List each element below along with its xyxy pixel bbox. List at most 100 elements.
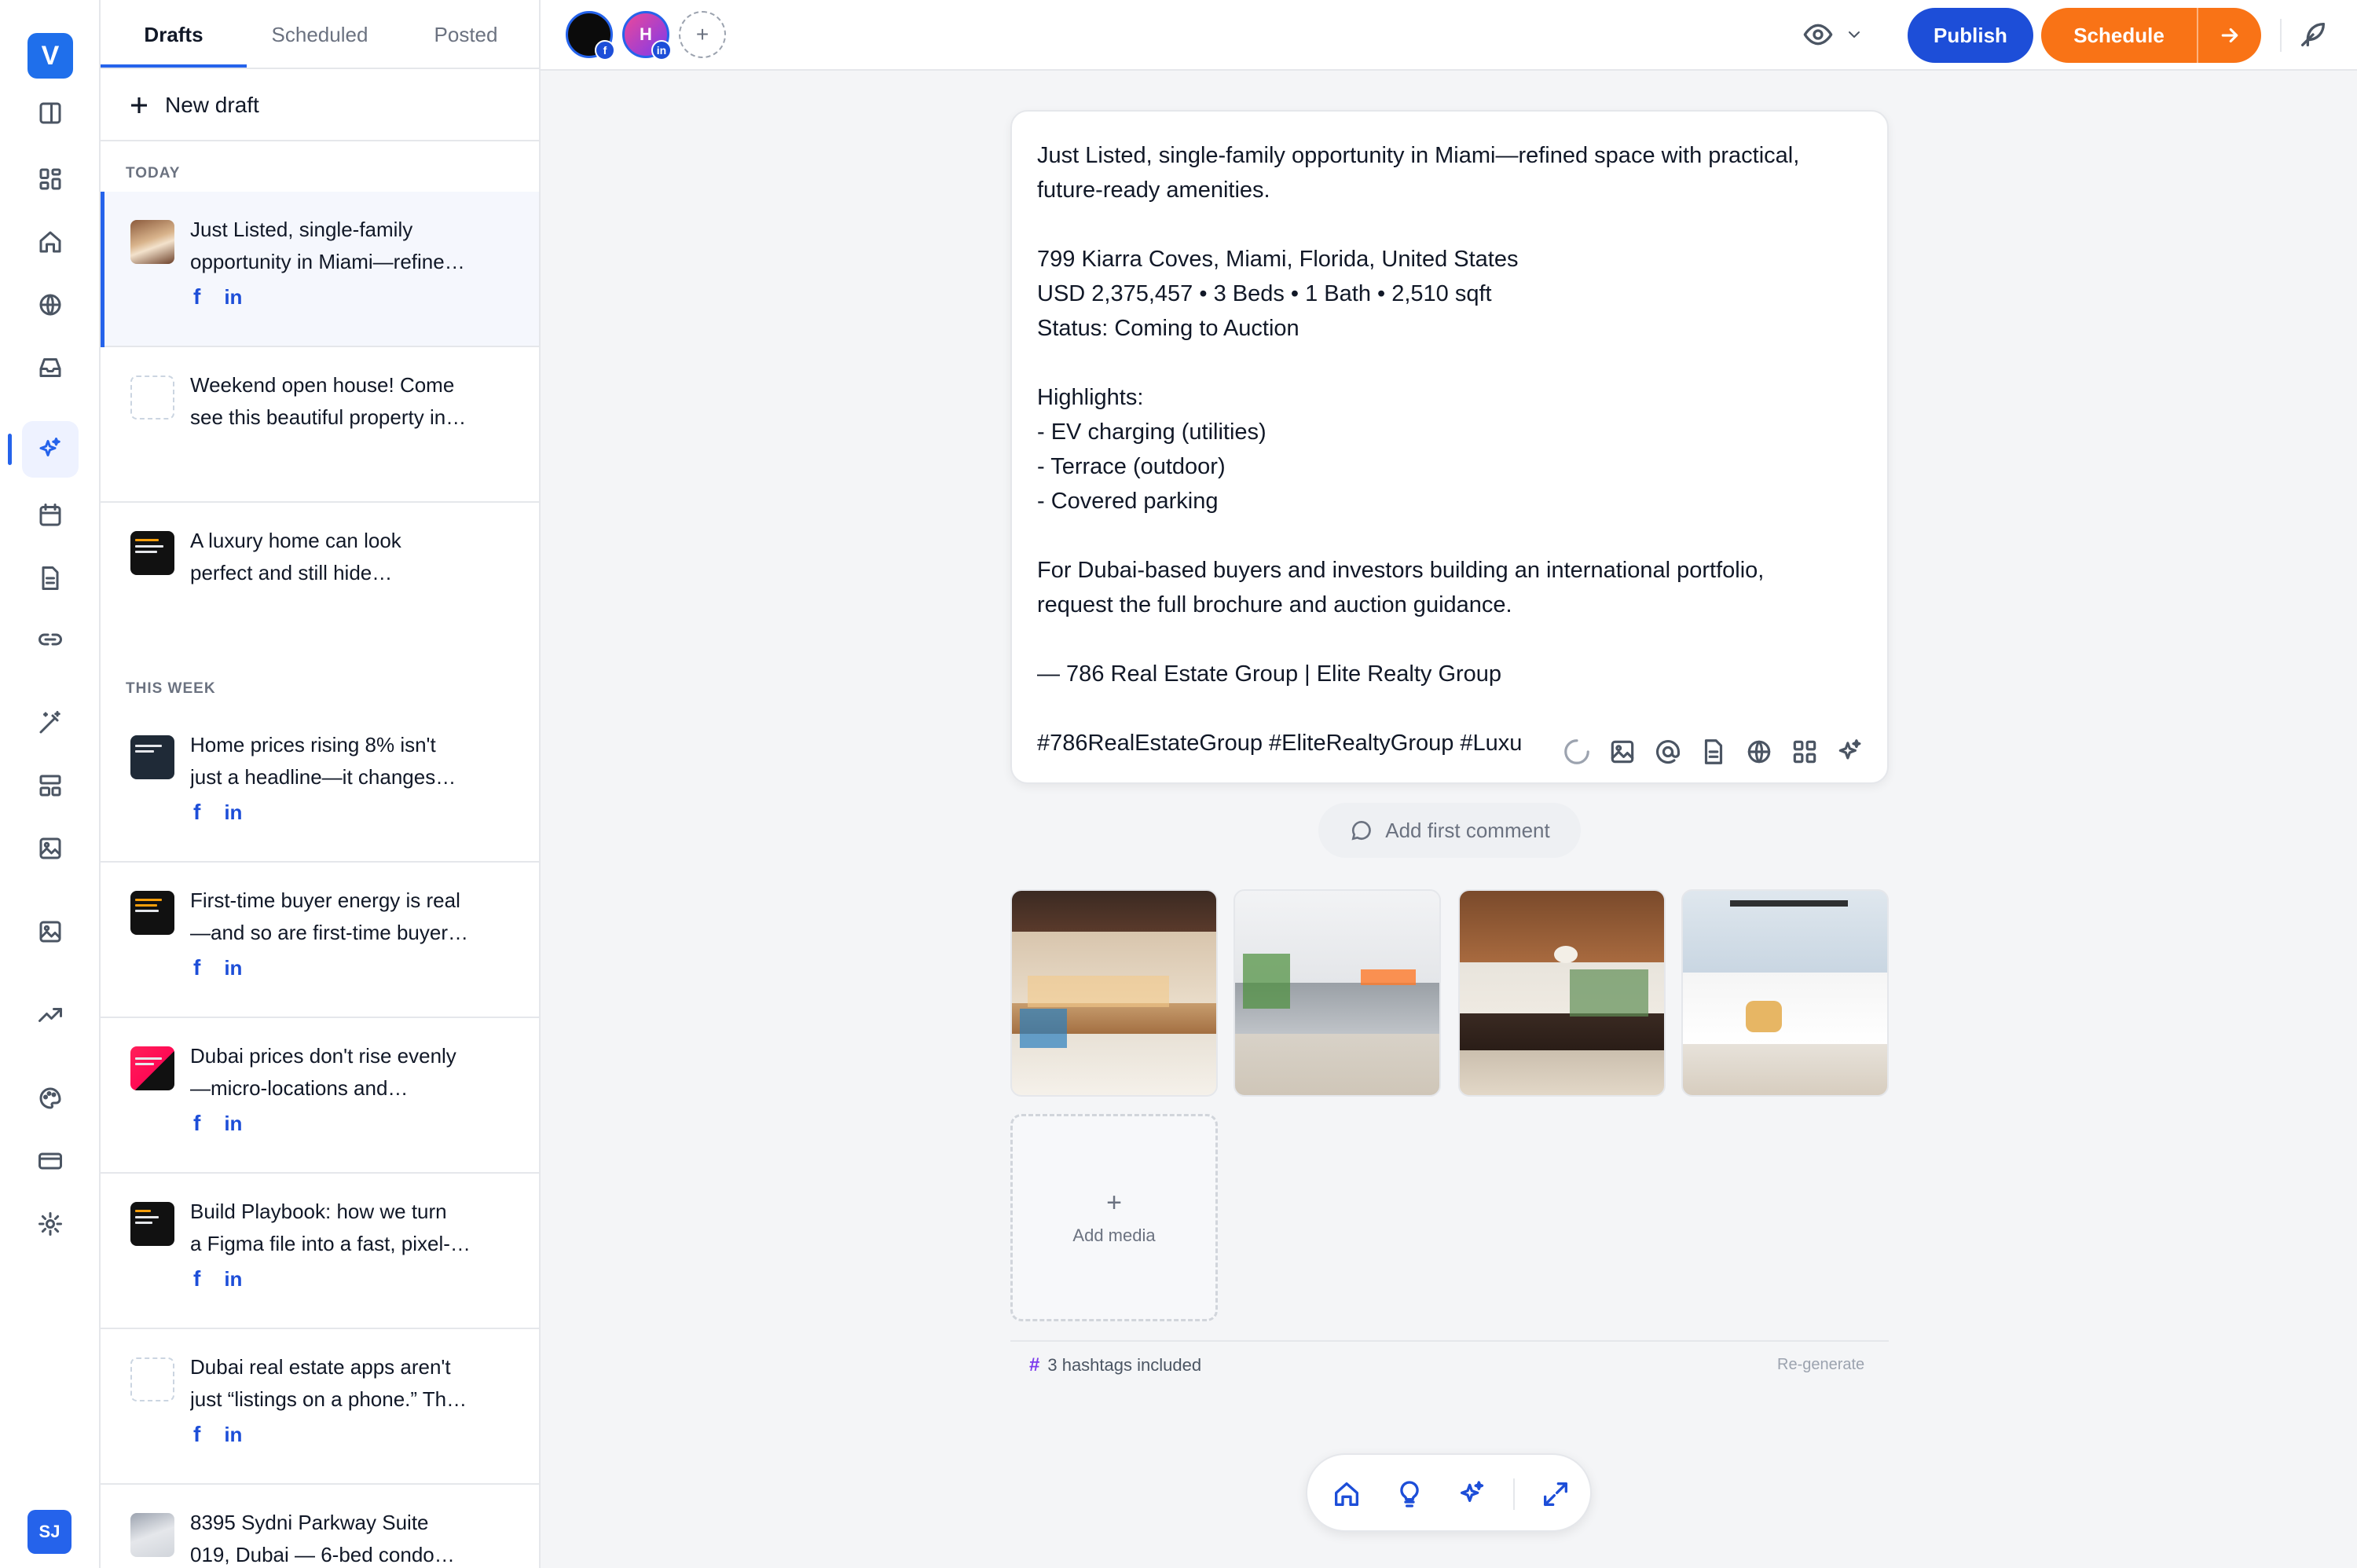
calendar-icon[interactable] [22,487,79,544]
facebook-badge-icon: f [595,40,615,60]
draft-thumbnail-empty [130,1357,174,1401]
chevron-down-icon[interactable] [1845,25,1864,44]
draft-networks: f in [193,1266,242,1291]
app-logo[interactable]: V [27,33,73,79]
draft-preview: Build Playbook: how we turn a Figma file… [190,1200,471,1255]
draft-item[interactable]: Weekend open house! Come see this beauti… [101,347,539,503]
loading-spinner-icon [1562,737,1592,767]
active-tab-underline [101,64,247,68]
mention-icon[interactable] [1653,737,1683,767]
linkedin-icon: in [224,800,243,824]
tab-drafts[interactable]: Drafts [101,0,247,69]
dining-room-photo[interactable] [1458,889,1666,1097]
tab-posted[interactable]: Posted [393,0,539,69]
draft-thumbnail [130,735,174,779]
section-label-today: TODAY [126,165,181,181]
schedule-button[interactable]: Schedule [2041,8,2261,63]
sparkles-icon[interactable] [22,421,79,478]
bottom-toolbar [1306,1453,1592,1532]
grid-icon[interactable] [1790,737,1820,767]
post-editor[interactable]: Just Listed, single-family opportunity i… [1010,110,1889,784]
document-icon[interactable] [22,550,79,606]
layout-icon[interactable] [22,757,79,814]
regenerate-link[interactable]: Re-generate [1777,1356,1864,1374]
draft-item[interactable]: First-time buyer energy is real —and so … [101,863,539,1018]
magic-wand-icon[interactable] [22,694,79,751]
draft-networks: f in [193,800,242,825]
draft-item[interactable]: 8395 Sydni Parkway Suite 019, Dubai — 6-… [101,1485,539,1568]
home-icon[interactable] [22,214,79,270]
living-room-photo[interactable] [1233,889,1441,1097]
kitchen-photo[interactable] [1010,889,1218,1097]
bedroom-photo[interactable] [1681,889,1889,1097]
app-window: V SJ Drafts Scheduled Posted New draft T… [0,0,2357,1568]
section-label-this-week: THIS WEEK [126,680,216,697]
arrow-right-icon[interactable] [2198,24,2261,47]
document-icon[interactable] [1699,737,1728,767]
image-icon[interactable] [1607,737,1637,767]
drafts-panel: Drafts Scheduled Posted New draft TODAY … [101,0,541,1568]
draft-item[interactable]: Dubai prices don't rise evenly —micro-lo… [101,1018,539,1174]
draft-item[interactable]: Dubai real estate apps aren't just “list… [101,1329,539,1485]
draft-preview: Weekend open house! Come see this beauti… [190,373,467,429]
add-first-comment-button[interactable]: Add first comment [1318,803,1581,858]
add-account-button[interactable]: + [679,11,726,58]
comment-label: Add first comment [1385,818,1550,842]
hashtags-info: # 3 hashtags included [1029,1354,1201,1376]
tab-scheduled[interactable]: Scheduled [247,0,393,69]
draft-thumbnail [130,1046,174,1090]
drafts-tabs: Drafts Scheduled Posted [101,0,539,69]
facebook-icon: f [193,800,201,824]
draft-item[interactable]: Home prices rising 8% isn't just a headl… [101,707,539,863]
media-library-icon[interactable] [22,903,79,960]
settings-icon[interactable] [22,1196,79,1252]
linkedin-icon: in [224,284,243,309]
palette-icon[interactable] [22,1070,79,1127]
post-text[interactable]: Just Listed, single-family opportunity i… [1037,138,1870,760]
image-icon[interactable] [22,820,79,877]
add-media-button[interactable]: + Add media [1010,1114,1218,1321]
divider [2280,19,2282,52]
expand-icon[interactable] [1540,1478,1571,1510]
trending-icon[interactable] [22,987,79,1043]
editor-toolbar [1562,737,1865,767]
divider [1513,1478,1515,1510]
feather-icon[interactable] [2297,19,2329,50]
divider [101,140,539,141]
sparkles-icon[interactable] [1457,1478,1488,1510]
inbox-icon[interactable] [22,339,79,396]
facebook-icon: f [193,284,201,309]
linkedin-icon: in [224,1111,243,1135]
linkedin-badge-icon: in [651,40,672,60]
draft-item[interactable]: Just Listed, single-family opportunity i… [101,192,539,347]
draft-thumbnail [130,220,174,264]
top-bar: f H in + Publish Schedule [541,0,2357,71]
publish-button[interactable]: Publish [1908,8,2033,63]
linkedin-icon: in [224,1422,243,1446]
facebook-icon: f [193,1266,201,1291]
credit-card-icon[interactable] [22,1133,79,1189]
lightbulb-icon[interactable] [1394,1478,1425,1510]
avatar[interactable]: SJ [27,1510,71,1554]
draft-preview: First-time buyer energy is real —and so … [190,888,469,944]
draft-item[interactable]: Build Playbook: how we turn a Figma file… [101,1174,539,1329]
draft-thumbnail [130,531,174,575]
draft-networks: f in [193,1111,242,1136]
account-avatar-facebook[interactable]: f [566,11,615,60]
draft-item[interactable]: A luxury home can look perfect and still… [101,503,539,658]
divider [1010,1340,1889,1342]
account-initial: H [640,24,652,44]
draft-thumbnail [130,891,174,935]
globe-icon[interactable] [1744,737,1774,767]
linkedin-icon: in [224,1266,243,1291]
sparkles-icon[interactable] [1835,737,1865,767]
globe-icon[interactable] [22,277,79,333]
preview-eye-icon[interactable] [1802,19,1834,50]
home-icon[interactable] [1331,1478,1362,1510]
link-icon[interactable] [22,611,79,668]
account-avatar-linkedin[interactable]: H in [622,11,672,60]
draft-preview: Home prices rising 8% isn't just a headl… [190,733,456,789]
new-draft-button[interactable]: New draft [127,85,259,126]
sidebar-toggle-icon[interactable] [22,85,79,141]
dashboard-icon[interactable] [22,151,79,207]
